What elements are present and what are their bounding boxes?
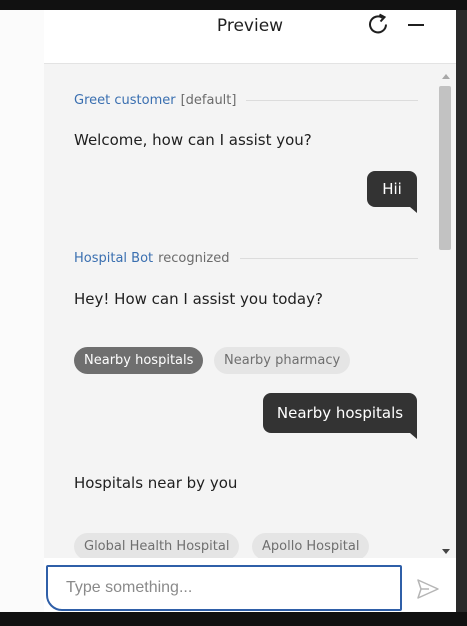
minimize-icon[interactable] — [408, 24, 424, 26]
chat-scrollbar[interactable] — [434, 65, 456, 558]
bot-message-greeting: Welcome, how can I assist you? — [74, 131, 312, 149]
divider-line — [246, 100, 418, 101]
option-apollo-hospital[interactable]: Apollo Hospital — [252, 533, 370, 560]
option-nearby-pharmacy[interactable]: Nearby pharmacy — [214, 347, 351, 374]
message-input[interactable] — [46, 565, 402, 611]
message-input-bar — [44, 558, 456, 612]
chat-preview-panel: Preview Greet customer [default] Welcome… — [44, 10, 456, 612]
scroll-thumb[interactable] — [439, 86, 451, 250]
chat-log[interactable]: Greet customer [default] Welcome, how ca… — [44, 65, 434, 560]
preview-header: Preview — [44, 10, 456, 64]
refresh-icon[interactable] — [366, 12, 392, 38]
user-message-nearby-hospitals: Nearby hospitals — [263, 393, 417, 439]
preview-title: Preview — [216, 16, 284, 36]
default-tag: [default] — [180, 93, 237, 108]
option-global-health-hospital[interactable]: Global Health Hospital — [74, 533, 240, 560]
option-nearby-hospitals[interactable]: Nearby hospitals — [74, 347, 204, 374]
bottom-bar — [0, 612, 467, 626]
user-message-text: Hii — [382, 180, 402, 198]
bot-message-assist: Hey! How can I assist you today? — [74, 290, 323, 308]
greet-divider: Greet customer [default] — [74, 93, 418, 108]
bot-message-hospitals: Hospitals near by you — [74, 474, 238, 492]
right-edge — [456, 10, 467, 612]
scroll-up-arrow-icon[interactable] — [442, 74, 450, 79]
user-message-hii: Hii — [367, 171, 417, 213]
recognized-divider: Hospital Bot recognized — [74, 251, 418, 266]
recognized-label: recognized — [158, 251, 230, 266]
hospital-bot-label[interactable]: Hospital Bot — [74, 251, 153, 266]
greet-label[interactable]: Greet customer — [74, 93, 176, 108]
top-bar — [0, 0, 467, 10]
user-message-text: Nearby hospitals — [276, 404, 404, 422]
scroll-down-arrow-icon[interactable] — [442, 549, 450, 554]
send-icon[interactable] — [416, 577, 440, 601]
divider-line — [239, 258, 418, 259]
